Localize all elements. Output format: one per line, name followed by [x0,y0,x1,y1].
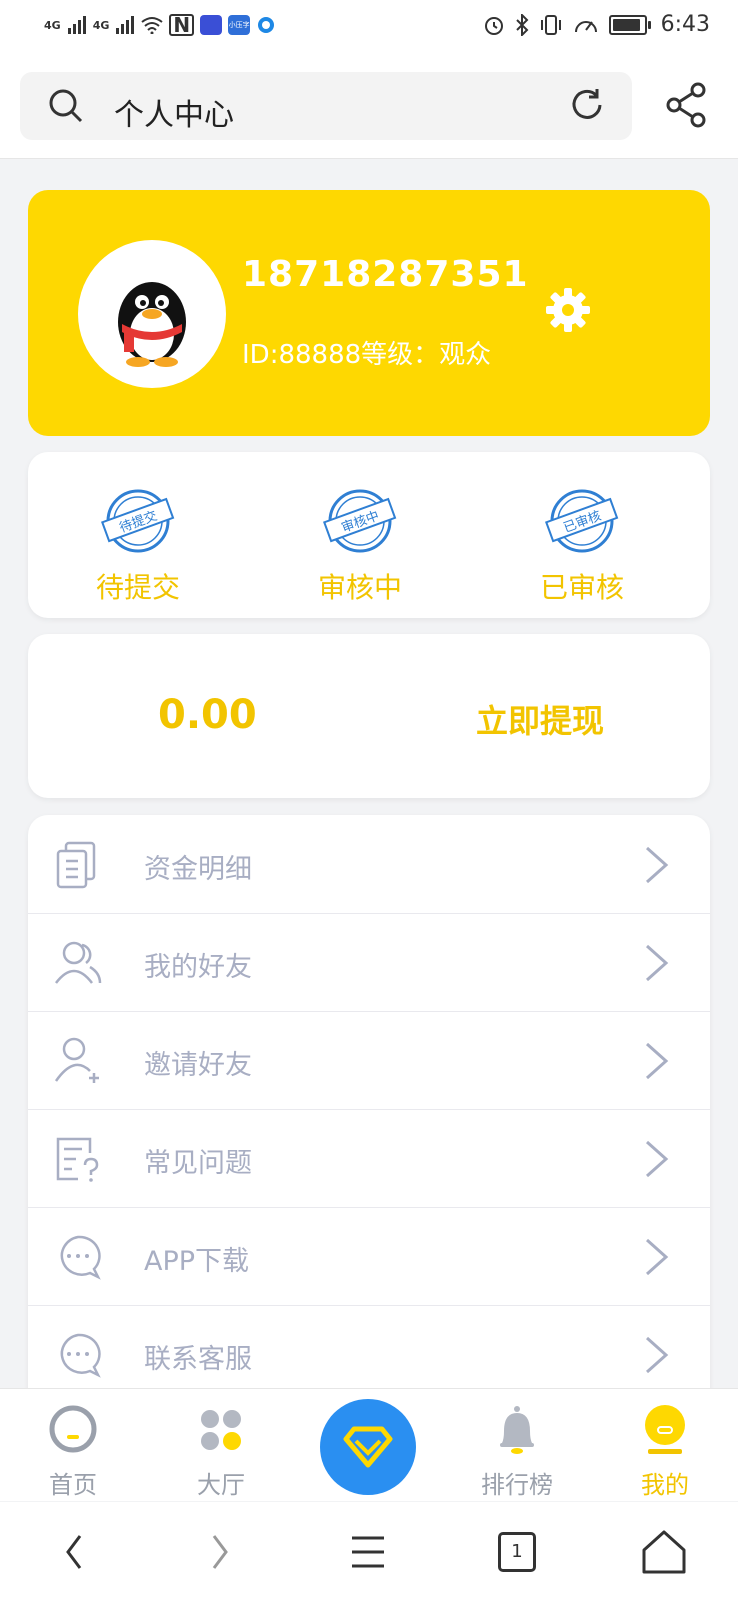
stamp-icon: 待提交 [101,489,175,553]
chevron-right-icon [645,1042,669,1080]
wallet-detail-icon [56,841,96,889]
faq-icon [56,1137,99,1182]
bluetooth-icon [515,13,529,36]
chevron-right-icon [645,1140,669,1178]
stamp-icon: 已审核 [545,489,619,553]
clock-time: 6:43 [660,12,710,37]
status-reviewed[interactable]: 已审核 已审核 [502,486,662,606]
user-icon [645,1405,685,1454]
tab-label: 排行榜 [481,1471,553,1499]
browser-icon [258,17,275,33]
status-label: 已审核 [539,571,624,604]
menu-item-faq[interactable]: 常见问题 [28,1109,710,1208]
review-status-card: 待提交 待提交 审核中 审核中 已审核 已审核 [28,452,710,618]
status-bar: 4G 4G N 小压字 6:43 [0,0,738,56]
menu-item-fund-details[interactable]: 资金明细 [28,815,710,914]
menu-icon[interactable] [338,1524,398,1580]
tab-mine[interactable]: 我的 [610,1403,720,1500]
status-reviewing[interactable]: 审核中 审核中 [280,486,440,606]
speed-icon [574,20,597,32]
status-label: 审核中 [317,571,402,604]
chat-bubble-icon [60,1333,101,1378]
battery-icon [608,14,651,35]
chat-bubble-icon [60,1235,101,1280]
alarm-icon [484,16,503,35]
diamond-icon [343,1426,393,1468]
friends-icon [55,941,102,984]
menu-item-label: 我的好友 [144,952,252,983]
chevron-right-icon [645,944,669,982]
status-pending[interactable]: 待提交 待提交 [58,486,218,606]
withdraw-button[interactable]: 立即提现 [476,696,604,742]
user-id-level: ID:88888等级：观众 [242,340,492,370]
bottom-tab-bar: 首页 大厅 排行榜 我的 [0,1388,738,1501]
profile-card: 18718287351 ID:88888等级：观众 [28,190,710,436]
menu-item-label: APP下载 [144,1246,250,1277]
search-header: 个人中心 [0,56,738,159]
menu-item-label: 邀请好友 [144,1050,252,1081]
menu-item-label: 资金明细 [144,854,252,885]
chevron-right-icon [645,1336,669,1374]
tabs-button[interactable]: 1 [486,1524,546,1580]
menu-item-invite-friends[interactable]: 邀请好友 [28,1011,710,1110]
menu-item-label: 常见问题 [144,1148,252,1179]
tab-hall[interactable]: 大厅 [166,1403,276,1500]
status-bar-left: 4G 4G N 小压字 [44,14,276,36]
tab-leaderboard[interactable]: 排行榜 [462,1403,572,1500]
bell-icon [500,1406,534,1454]
menu-list: 资金明细 我的好友 邀请好友 常见问题 APP下载 联系客服 [28,815,710,1415]
stamp-icon: 审核中 [323,489,397,553]
refresh-icon[interactable] [568,86,606,124]
home-icon[interactable] [634,1524,694,1580]
status-bar-right: 6:43 [483,12,710,37]
back-icon[interactable] [44,1524,104,1580]
menu-item-label: 联系客服 [144,1344,252,1375]
signal-label-1: 4G [44,18,61,32]
center-diamond-button[interactable] [320,1399,416,1495]
vibrate-icon [540,14,561,35]
chevron-right-icon [645,846,669,884]
nfc-icon: N [169,14,195,36]
avatar[interactable] [78,240,226,388]
balance-amount: 0.00 [158,692,257,738]
invite-user-icon [54,1037,99,1083]
status-label: 待提交 [95,571,180,604]
user-phone: 18718287351 [242,254,529,295]
search-box[interactable]: 个人中心 [20,72,632,140]
menu-item-app-download[interactable]: APP下载 [28,1207,710,1306]
tab-count-icon: 1 [498,1532,536,1572]
app-notification-icon-2: 小压字 [228,15,251,35]
tab-label: 大厅 [197,1471,245,1499]
home-chat-icon [49,1405,97,1453]
chevron-right-icon [645,1238,669,1276]
page-title: 个人中心 [114,98,234,133]
app-notification-icon [200,15,223,35]
search-icon [49,89,83,123]
gear-icon[interactable] [544,286,592,334]
forward-icon[interactable] [190,1524,250,1580]
share-icon[interactable] [664,80,708,130]
browser-nav-bar: 1 [0,1502,738,1600]
tab-label: 首页 [49,1471,97,1499]
tab-home[interactable]: 首页 [18,1403,128,1500]
signal-icon [116,16,135,34]
wifi-icon [141,17,163,34]
signal-icon [67,16,86,34]
penguin-avatar-icon [118,282,186,367]
balance-card: 0.00 立即提现 [28,634,710,798]
signal-label-2: 4G [92,18,110,32]
grid-icon [201,1410,241,1450]
menu-item-my-friends[interactable]: 我的好友 [28,913,710,1012]
tab-label: 我的 [641,1471,689,1499]
